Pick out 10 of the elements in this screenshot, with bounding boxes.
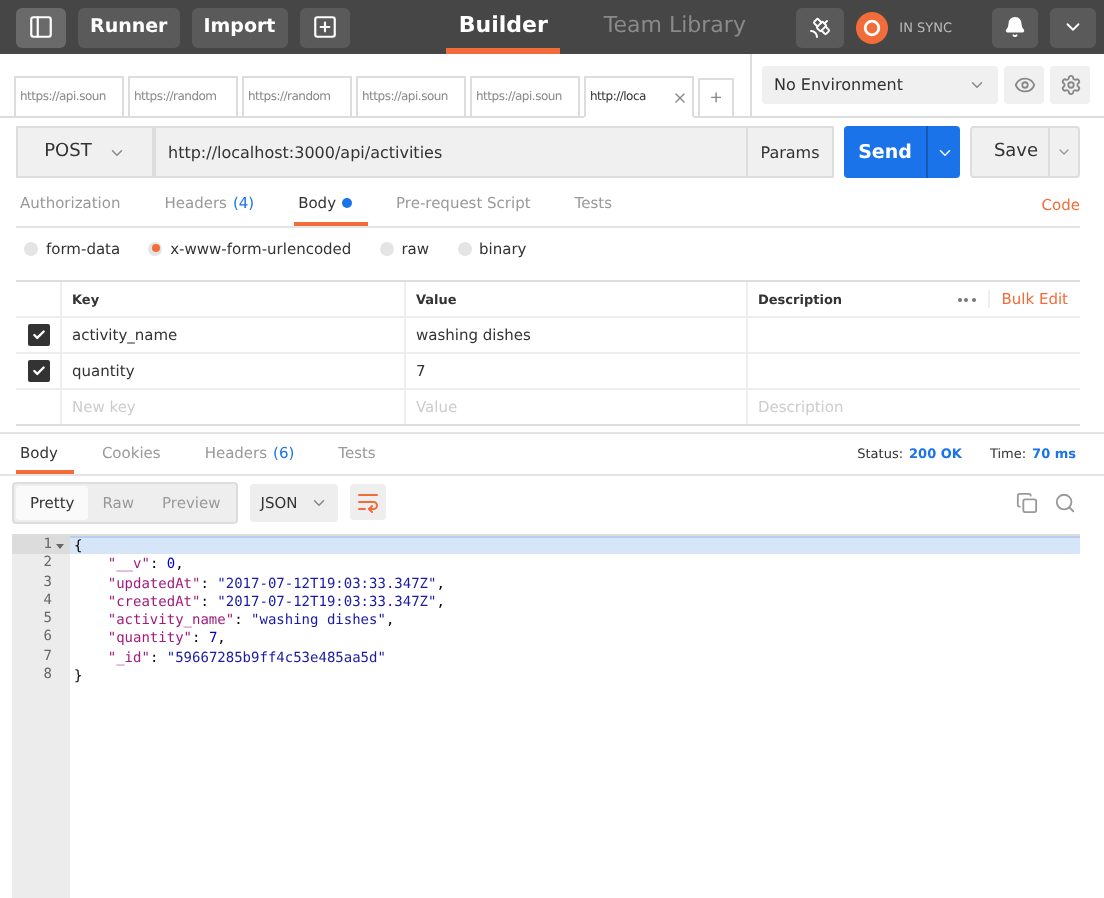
new-tab-button[interactable]: +	[698, 78, 734, 116]
url-field[interactable]: http://localhost:3000/api/activities	[154, 126, 748, 178]
save-button[interactable]: Save	[970, 126, 1080, 178]
runner-button[interactable]: Runner	[78, 7, 180, 47]
nav-tab[interactable]: Team Library	[591, 0, 758, 54]
send-button[interactable]: Send	[844, 126, 960, 178]
environment-select[interactable]: No Environment	[762, 66, 998, 104]
method-select[interactable]: POST	[16, 126, 154, 178]
params-button[interactable]: Params	[746, 126, 834, 178]
import-button[interactable]: Import	[191, 7, 288, 47]
